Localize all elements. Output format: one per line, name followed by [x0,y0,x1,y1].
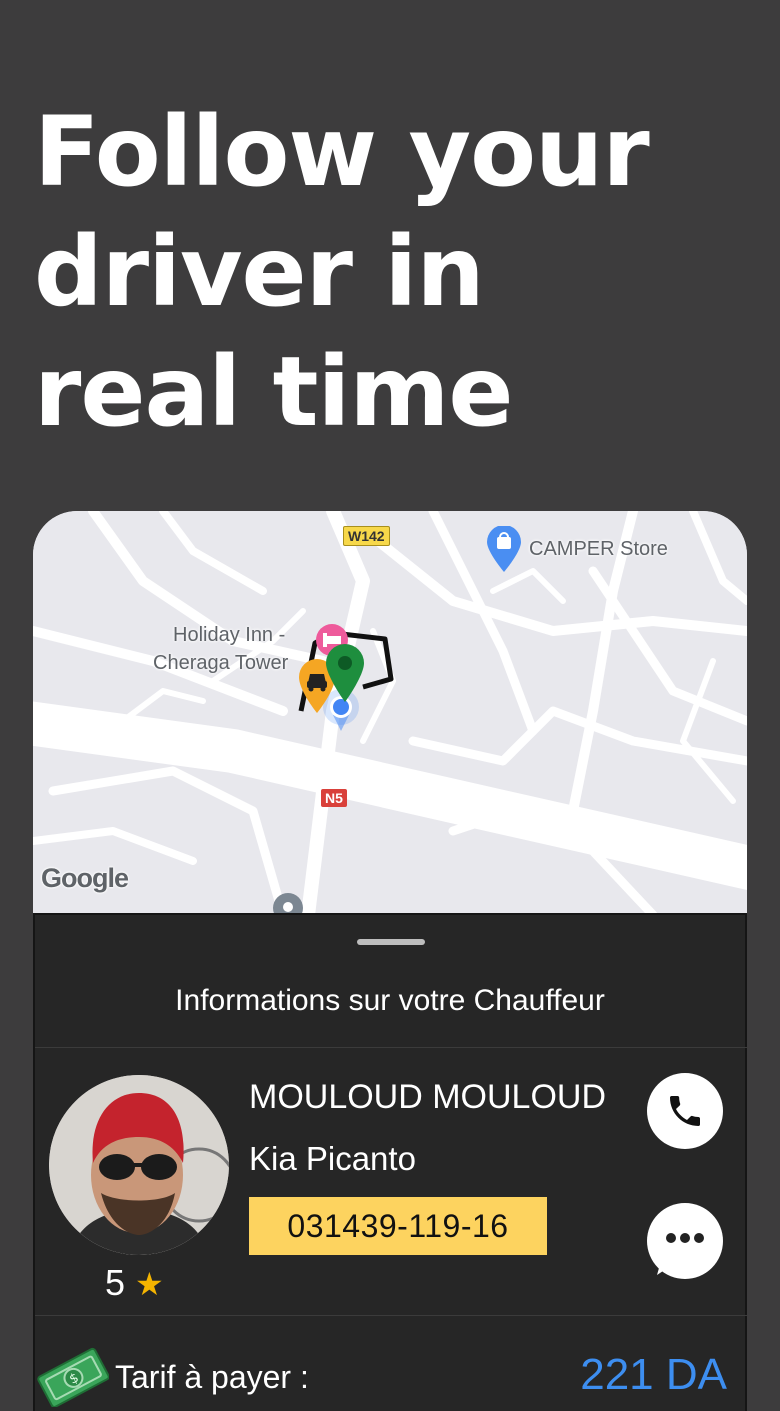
money-icon: $ [37,1347,110,1411]
fare-label: Tarif à payer : [115,1359,309,1395]
road-shield-w142: W142 [343,526,390,546]
phone-screen: W142 N5 CAMPER Store Holiday Inn - Chera… [33,511,747,1411]
call-driver-button[interactable] [647,1073,723,1149]
rating-value: 5 [105,1262,126,1303]
license-plate: 031439-119-16 [249,1197,547,1255]
message-driver-button[interactable] [647,1203,723,1279]
headline-line-2: driver in [34,216,485,328]
car-model: Kia Picanto [249,1140,416,1177]
headline-line-3: real time [34,336,514,448]
headline-line-1: Follow your [34,96,650,208]
map-label-holiday-inn-line2: Cheraga Tower [153,652,289,674]
map-label-camper-store: CAMPER Store [529,538,668,560]
phone-icon [670,1096,700,1126]
map-roads [33,511,747,915]
driver-avatar [49,1075,229,1255]
driver-name: MOULOUD MOULOUD [249,1078,607,1116]
drag-handle[interactable] [357,939,425,945]
fare-value: 221 DA [580,1350,727,1399]
fare-row: $ Tarif à payer : 221 DA [35,1325,747,1411]
chat-bubble-icon [651,1207,719,1275]
driver-rating: 5 ★ [105,1263,164,1304]
map-label-holiday-inn-line1: Holiday Inn - [173,624,286,646]
sheet-title: Informations sur votre Chauffeur [175,984,605,1017]
road-shield-n5: N5 [321,789,347,807]
map-view[interactable]: W142 N5 CAMPER Store Holiday Inn - Chera… [33,511,747,919]
headline: Follow your driver in real time [34,92,734,452]
divider [35,1315,747,1316]
star-icon: ★ [135,1266,164,1302]
google-logo: Google [41,863,129,893]
divider [35,1047,747,1048]
driver-info-sheet: Informations sur votre Chauffeur 5 ★ MOU… [33,913,747,1411]
